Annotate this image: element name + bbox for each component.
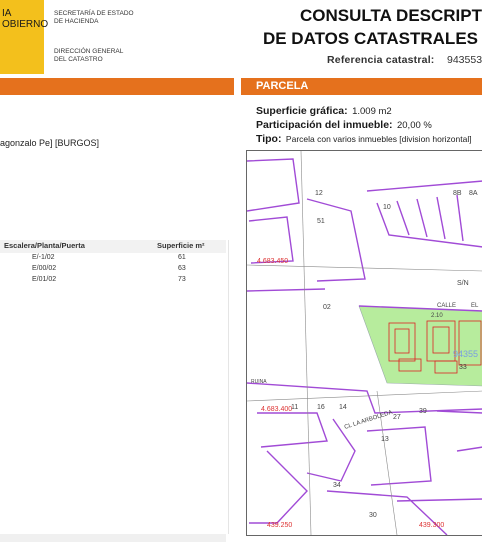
tipo-label: Tipo: — [256, 133, 282, 145]
tipo-row: Tipo: Parcela con varios inmuebles [divi… — [256, 129, 472, 147]
inmueble-section-bar — [0, 78, 234, 95]
table-row-location: E/00/02 — [32, 265, 57, 272]
parcel-number-39: 39 — [419, 408, 427, 415]
parcel-number-30: 30 — [369, 512, 377, 519]
secretaria-label: SECRETARÍA DE ESTADO DE HACIENDA — [54, 10, 134, 26]
tipo-value: Parcela con varios inmuebles [division h… — [285, 134, 472, 144]
coord-bot2-label: 439.300 — [419, 522, 444, 529]
parcel-number-02: 02 — [323, 304, 331, 311]
direccion-line1: DIRECCIÓN GENERAL — [54, 48, 124, 55]
table-row-location: E/-1/02 — [32, 254, 55, 261]
inmueble-address: agonzalo Pe] [BURGOS] — [0, 138, 100, 148]
coord-mid-label: 4.683.400 — [261, 406, 292, 413]
parcel-number-51: 51 — [317, 218, 325, 225]
gov-name-line2: OBIERNO — [2, 19, 49, 30]
gov-name-line1: IA — [2, 8, 12, 19]
parcel-number-8a: 8A — [469, 190, 478, 197]
street-calle-label: CALLE — [437, 303, 456, 309]
table-row-superficie: 61 — [178, 254, 186, 261]
table-footer-band — [0, 534, 226, 542]
secretaria-line2: DE HACIENDA — [54, 18, 99, 25]
parcel-ref-label: 94355 — [453, 349, 478, 359]
parcel-number-2-10: 2.10 — [431, 313, 443, 319]
table-row-location: E/01/02 — [32, 276, 57, 283]
table-row-superficie: 63 — [178, 265, 186, 272]
col-header-location: Escalera/Planta/Puerta — [4, 241, 85, 250]
street-el-label: EL — [471, 303, 479, 309]
street-arboleda-label: CL LA ARBOLEDA — [344, 410, 394, 431]
col-header-superficie: Superficie m² — [157, 241, 205, 250]
map-canvas: 4.683.450 4.683.400 439.250 439.300 S/N … — [247, 151, 482, 535]
street-sn-label: S/N — [457, 280, 469, 287]
page-title-line1: CONSULTA DESCRIPT — [300, 6, 482, 25]
coord-top-label: 4.683.450 — [257, 258, 288, 265]
parcel-number-11: 11 — [291, 404, 298, 411]
ref-catastral-value: 943553 — [447, 54, 482, 66]
parcel-number-33: 33 — [459, 364, 467, 371]
parcel-number-16: 16 — [317, 404, 325, 411]
parcel-number-14: 14 — [339, 404, 347, 411]
coord-bot1-label: 439.250 — [267, 522, 292, 529]
ref-catastral-label: Referencia catastral: — [327, 54, 435, 66]
direccion-line2: DEL CATASTRO — [54, 56, 103, 63]
parcel-number-27: 27 — [393, 414, 401, 421]
parcela-section-title: PARCELA — [256, 80, 309, 92]
direccion-label: DIRECCIÓN GENERAL DEL CATASTRO — [54, 48, 134, 64]
table-divider — [228, 240, 229, 534]
secretaria-line1: SECRETARÍA DE ESTADO — [54, 10, 134, 17]
parcel-number-13: 13 — [381, 436, 389, 443]
cadastral-map[interactable]: 4.683.450 4.683.400 439.250 439.300 S/N … — [246, 150, 482, 536]
parcel-number-8b: 8B — [453, 190, 462, 197]
target-parcel — [358, 305, 482, 387]
table-row-superficie: 73 — [178, 276, 186, 283]
parcel-number-34: 34 — [333, 482, 341, 489]
page-title-line2: DE DATOS CATASTRALES — [262, 29, 478, 48]
parcel-number-12: 12 — [315, 190, 323, 197]
ruina-label: RUINA — [251, 379, 267, 385]
parcel-number-10: 10 — [383, 204, 391, 211]
